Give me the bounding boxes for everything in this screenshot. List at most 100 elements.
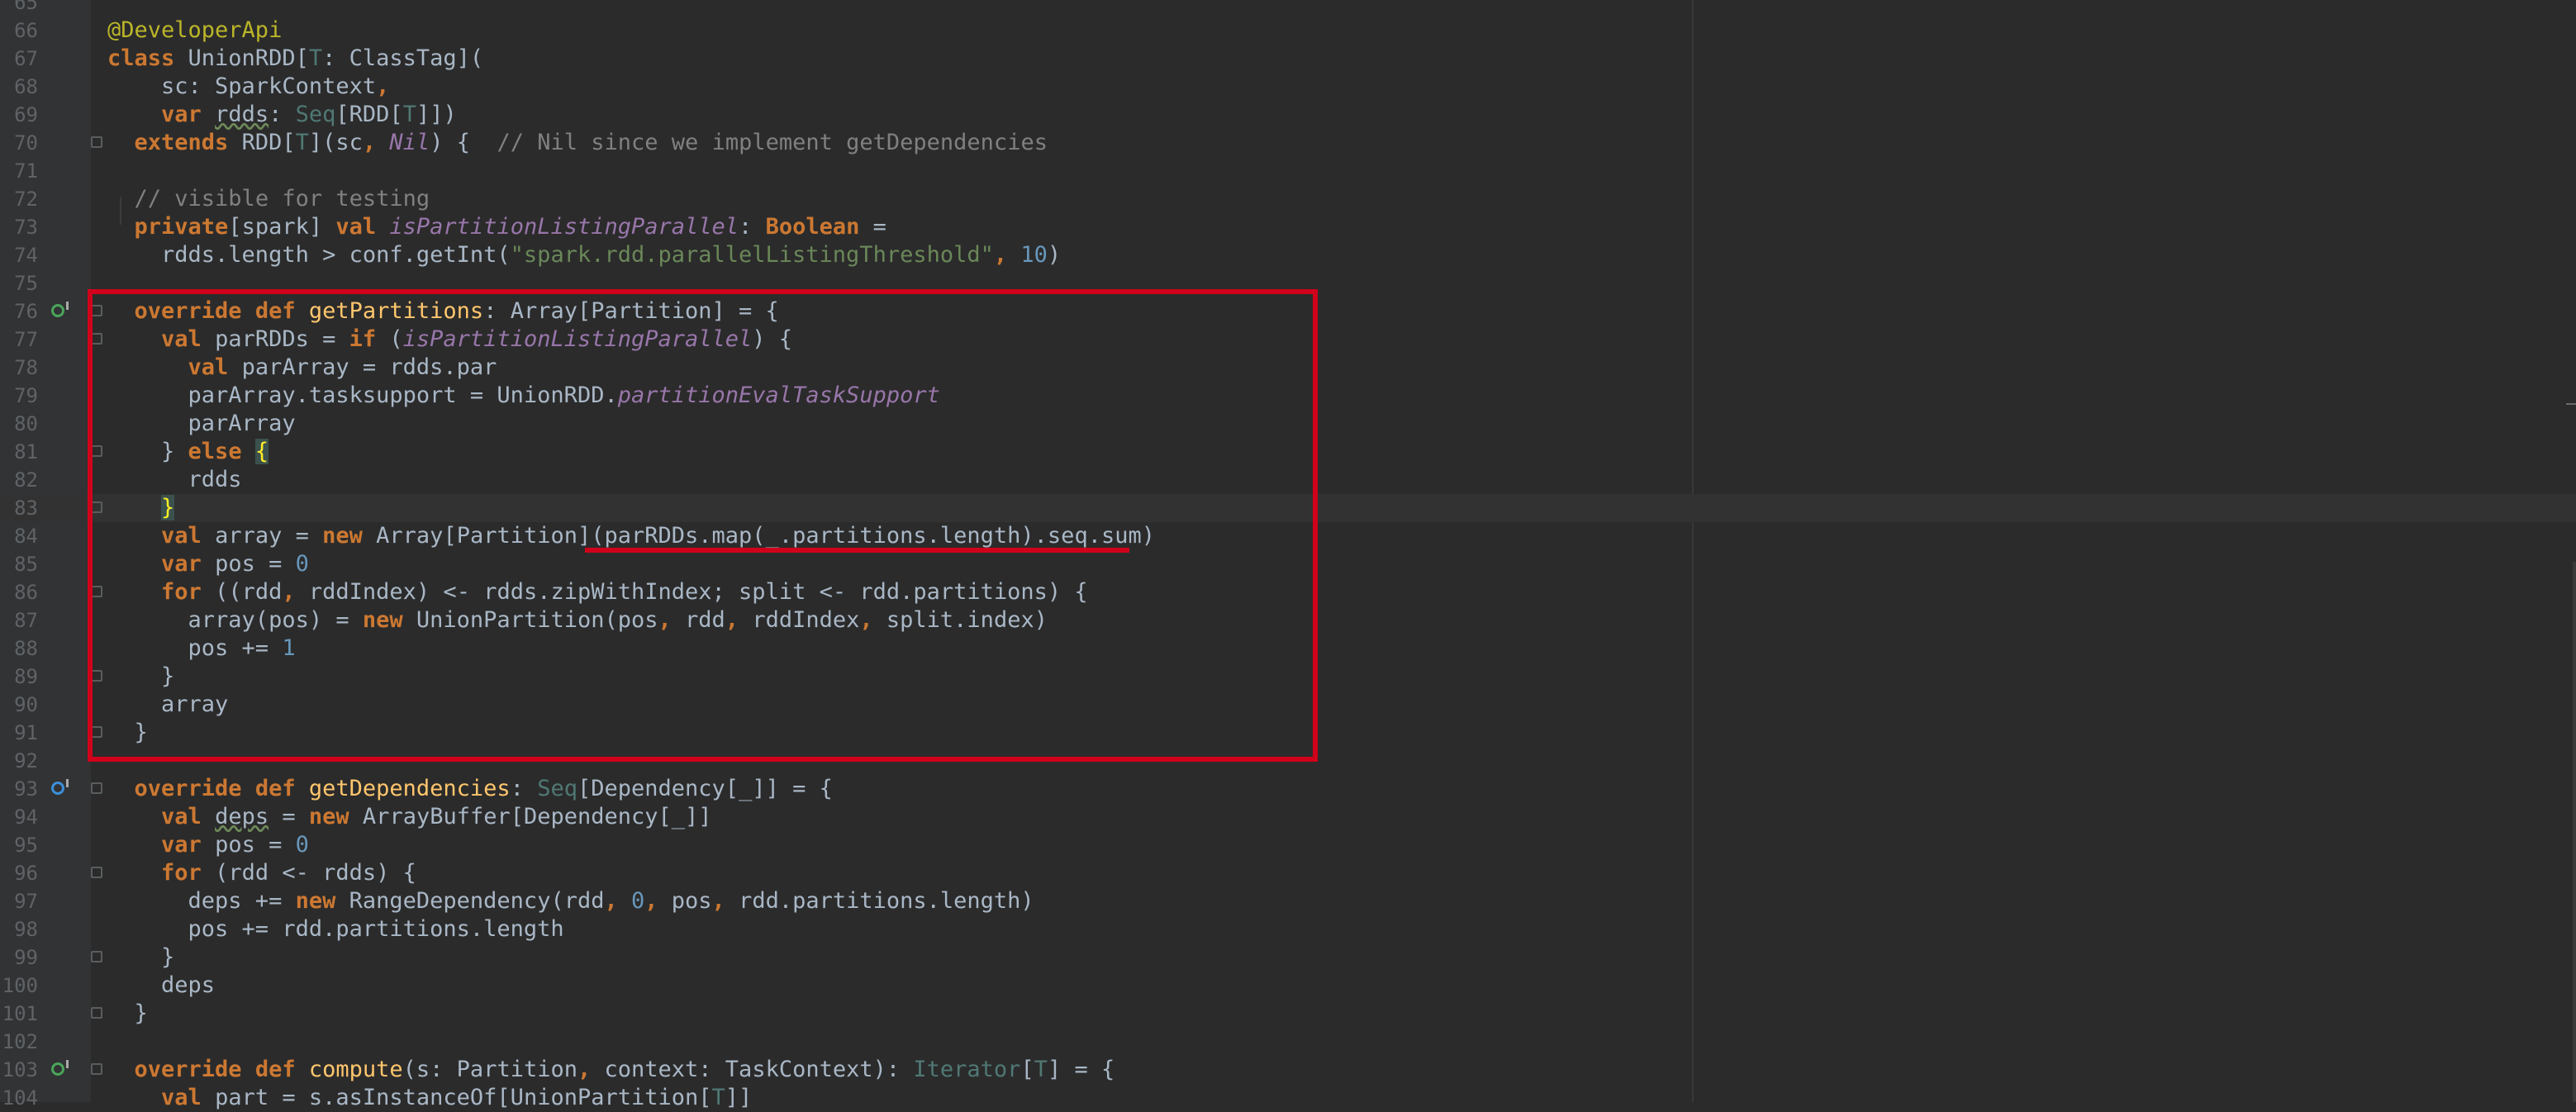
code-line[interactable]: 66 @DeveloperApi xyxy=(0,17,2576,45)
code-line[interactable]: 74 rdds.length > conf.getInt("spark.rdd.… xyxy=(0,241,2576,269)
line-number[interactable]: 99 xyxy=(0,943,38,972)
line-number[interactable]: 82 xyxy=(0,466,38,494)
line-number[interactable]: 73 xyxy=(0,213,38,241)
line-number[interactable]: 102 xyxy=(0,1028,38,1056)
code-token: : ClassTag]( xyxy=(322,45,484,71)
fold-toggle-icon[interactable] xyxy=(91,1007,102,1019)
code-token: // visible for testing xyxy=(134,186,430,211)
line-number[interactable]: 70 xyxy=(0,129,38,157)
override-method-icon[interactable] xyxy=(51,1060,69,1076)
line-number[interactable]: 65 xyxy=(0,0,38,17)
code-line[interactable]: 102 xyxy=(0,1028,2576,1056)
line-number[interactable]: 79 xyxy=(0,382,38,410)
line-number[interactable]: 84 xyxy=(0,522,38,550)
code-line[interactable]: 103 override def compute(s: Partition, c… xyxy=(0,1056,2576,1084)
code-text: } xyxy=(107,943,174,972)
line-number[interactable]: 75 xyxy=(0,269,38,297)
line-number[interactable]: 88 xyxy=(0,634,38,663)
line-number[interactable]: 71 xyxy=(0,157,38,185)
code-token: UnionRDD[ xyxy=(174,45,309,71)
line-number[interactable]: 77 xyxy=(0,326,38,354)
fold-toggle-icon[interactable] xyxy=(91,867,102,878)
code-line[interactable]: 69 var rdds: Seq[RDD[T]]) xyxy=(0,101,2576,129)
code-line[interactable]: 67 class UnionRDD[T: ClassTag]( xyxy=(0,45,2576,73)
line-number[interactable]: 96 xyxy=(0,859,38,887)
code-text: deps += new RangeDependency(rdd, 0, pos,… xyxy=(107,887,1034,915)
code-line[interactable]: 94 val deps = new ArrayBuffer[Dependency… xyxy=(0,803,2576,831)
code-token: = xyxy=(269,804,309,829)
line-number[interactable]: 86 xyxy=(0,578,38,606)
code-line[interactable]: 93 override def getDependencies: Seq[Dep… xyxy=(0,775,2576,803)
fold-toggle-icon[interactable] xyxy=(91,136,102,148)
code-line[interactable]: 99 } xyxy=(0,943,2576,972)
line-number[interactable]: 98 xyxy=(0,915,38,943)
implement-method-icon[interactable] xyxy=(51,779,69,795)
code-token: : xyxy=(510,776,538,801)
code-token: rdds xyxy=(215,102,269,127)
line-number[interactable]: 68 xyxy=(0,73,38,101)
line-number[interactable]: 74 xyxy=(0,241,38,269)
line-number[interactable]: 66 xyxy=(0,17,38,45)
override-method-icon[interactable] xyxy=(51,302,69,317)
line-number[interactable]: 87 xyxy=(0,606,38,634)
code-line[interactable]: 71 xyxy=(0,157,2576,185)
line-number[interactable]: 67 xyxy=(0,45,38,73)
code-line[interactable]: 96 for (rdd <- rdds) { xyxy=(0,859,2576,887)
line-number[interactable]: 90 xyxy=(0,691,38,719)
code-token: 10 xyxy=(1020,242,1048,268)
code-line[interactable]: 101 } xyxy=(0,1000,2576,1028)
line-number[interactable]: 78 xyxy=(0,354,38,382)
fold-toggle-icon[interactable] xyxy=(91,782,102,794)
line-number[interactable]: 72 xyxy=(0,185,38,213)
code-line[interactable]: 104 val part = s.asInstanceOf[UnionParti… xyxy=(0,1084,2576,1112)
line-number[interactable]: 94 xyxy=(0,803,38,831)
code-line[interactable]: 65 xyxy=(0,0,2576,17)
code-line[interactable]: 72 // visible for testing xyxy=(0,185,2576,213)
line-number[interactable]: 69 xyxy=(0,101,38,129)
code-token: Seq xyxy=(537,776,577,801)
code-token: override def xyxy=(134,776,296,801)
fold-toggle-icon[interactable] xyxy=(91,951,102,962)
code-token: T xyxy=(308,45,323,71)
line-number[interactable]: 80 xyxy=(0,410,38,438)
code-token: val xyxy=(161,1085,202,1110)
code-line[interactable]: 73 private[spark] val isPartitionListing… xyxy=(0,213,2576,241)
line-number[interactable]: 89 xyxy=(0,663,38,691)
line-number[interactable]: 95 xyxy=(0,831,38,859)
line-number[interactable]: 83 xyxy=(0,494,38,522)
code-line[interactable]: 70 extends RDD[T](sc, Nil) { // Nil sinc… xyxy=(0,129,2576,157)
line-number[interactable]: 101 xyxy=(0,1000,38,1028)
code-token: [spark] xyxy=(228,214,336,240)
code-token: } xyxy=(107,944,175,970)
line-number[interactable]: 92 xyxy=(0,747,38,775)
code-line[interactable]: 100 deps xyxy=(0,972,2576,1000)
line-number[interactable]: 104 xyxy=(0,1084,38,1112)
code-text: override def getDependencies: Seq[Depend… xyxy=(107,775,833,803)
code-token: "spark.rdd.parallelListingThreshold" xyxy=(510,242,994,268)
code-text: val deps = new ArrayBuffer[Dependency[_]… xyxy=(107,803,712,831)
code-token: new xyxy=(308,804,349,829)
line-number[interactable]: 100 xyxy=(0,972,38,1000)
code-token: RDD[ xyxy=(228,130,296,155)
line-number[interactable]: 91 xyxy=(0,719,38,747)
line-number[interactable]: 97 xyxy=(0,887,38,915)
line-number[interactable]: 76 xyxy=(0,297,38,326)
code-line[interactable]: 95 var pos = 0 xyxy=(0,831,2576,859)
line-number[interactable]: 81 xyxy=(0,438,38,466)
code-line[interactable]: 68 sc: SparkContext, xyxy=(0,73,2576,101)
code-token: [ xyxy=(1020,1057,1034,1082)
code-token: 0 xyxy=(295,832,309,858)
code-line[interactable]: 98 pos += rdd.partitions.length xyxy=(0,915,2576,943)
code-token: compute xyxy=(308,1057,403,1082)
line-number[interactable]: 85 xyxy=(0,550,38,578)
code-token: getDependencies xyxy=(308,776,511,801)
line-number[interactable]: 93 xyxy=(0,775,38,803)
fold-toggle-icon[interactable] xyxy=(91,1063,102,1075)
code-line[interactable]: 97 deps += new RangeDependency(rdd, 0, p… xyxy=(0,887,2576,915)
code-token: , xyxy=(577,1057,592,1082)
scrollbar[interactable] xyxy=(2573,562,2576,1102)
line-number[interactable]: 103 xyxy=(0,1056,38,1084)
